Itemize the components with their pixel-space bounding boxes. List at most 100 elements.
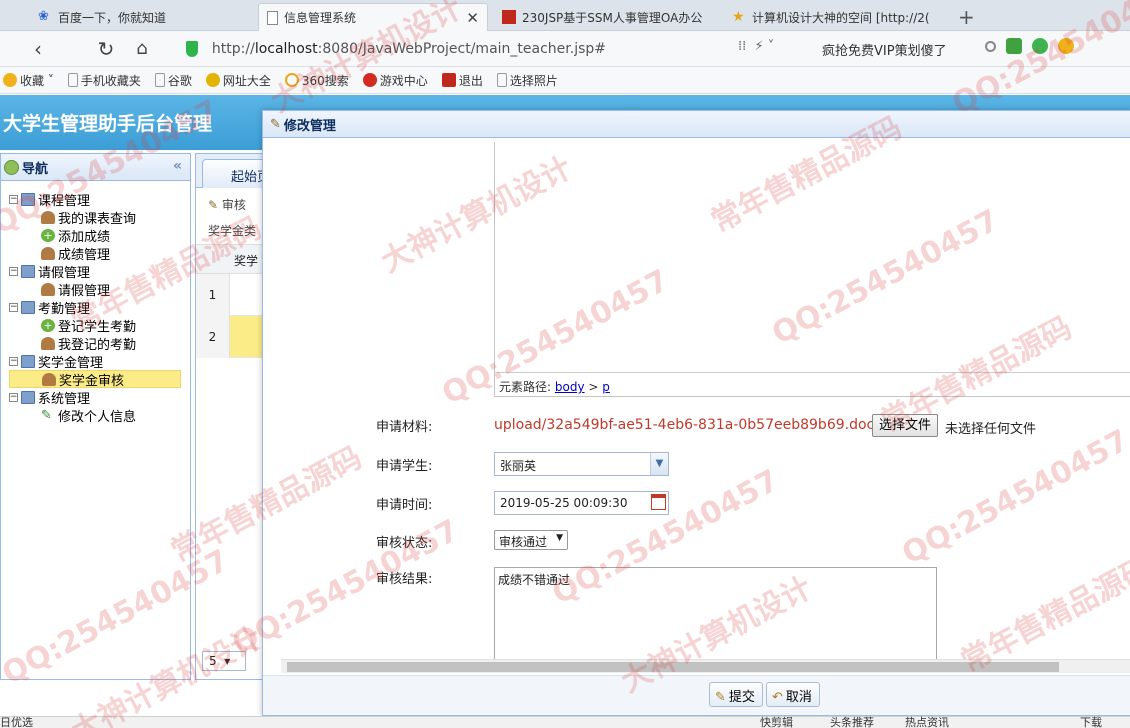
page-size-select[interactable]: 5 ▾ bbox=[202, 651, 246, 671]
add-icon: + bbox=[41, 228, 55, 242]
row-number: 2 bbox=[196, 316, 230, 358]
status-label: 审核状态: bbox=[376, 536, 433, 551]
chevron-down-icon[interactable]: ▼ bbox=[650, 453, 668, 475]
time-label: 申请时间: bbox=[376, 498, 433, 513]
translate-icon[interactable] bbox=[1032, 38, 1048, 54]
browser-tab-blog[interactable]: ★ 计算机设计大神的空间 [http://2( bbox=[724, 3, 946, 31]
bookmark-games[interactable]: 游戏中心 bbox=[362, 72, 428, 89]
material-label: 申请材料: bbox=[376, 420, 433, 435]
promo-link[interactable]: 疯抢免费VIP策划傻了 bbox=[822, 40, 947, 59]
tab-label: 计算机设计大神的空间 [http://2( bbox=[752, 10, 930, 25]
no-file-chosen-text: 未选择任何文件 bbox=[945, 422, 1037, 437]
secure-shield-icon bbox=[186, 41, 198, 57]
audit-result-textarea[interactable]: 成绩不错通过 bbox=[494, 567, 937, 659]
tree-item-label: 请假管理 bbox=[38, 265, 91, 281]
page-icon bbox=[267, 10, 278, 25]
table-row[interactable]: 1 bbox=[196, 274, 264, 316]
monitor-icon bbox=[21, 264, 35, 278]
scissors-icon[interactable] bbox=[1006, 38, 1022, 54]
bookmarks-bar: 收藏 ˅ 手机收藏夹 谷歌 网址大全 360搜索 游戏中心 退出 选择照片 bbox=[0, 67, 1130, 94]
status-item-clip[interactable]: 快剪辑 bbox=[760, 717, 793, 728]
star-icon: ★ bbox=[732, 9, 745, 25]
tree-item-label: 奖学金管理 bbox=[38, 355, 104, 371]
audit-status-select[interactable]: 审核通过 ▼ bbox=[494, 530, 569, 550]
bookmark-photo[interactable]: 选择照片 bbox=[496, 72, 558, 89]
sidebar-item-7[interactable]: + 登记学生考勤 bbox=[1, 316, 190, 335]
collapse-toggle-icon[interactable]: − bbox=[9, 194, 18, 204]
360-icon bbox=[284, 73, 299, 87]
url-field[interactable]: http://localhost:8080/JavaWebProject/mai… bbox=[186, 38, 606, 60]
home-icon[interactable]: ⌂ bbox=[130, 37, 154, 61]
dialog-footer: ✎ 提交 ↶ 取消 bbox=[263, 675, 1130, 715]
toolbar-icons bbox=[985, 38, 1074, 54]
table-row-selected[interactable]: 2 bbox=[196, 316, 264, 358]
nav-globe-icon bbox=[4, 159, 19, 175]
bookmark-mobile[interactable]: 手机收藏夹 bbox=[67, 72, 141, 89]
status-item-hot[interactable]: 热点资讯 bbox=[905, 717, 949, 728]
collapse-icon[interactable]: « bbox=[173, 158, 182, 174]
tree-item-label: 我的课表查询 bbox=[58, 211, 137, 227]
collapse-toggle-icon[interactable]: − bbox=[9, 302, 18, 312]
bookmark-google[interactable]: 谷歌 bbox=[154, 72, 192, 89]
browser-tab-baidu[interactable]: ❀ 百度一下，你就知道 bbox=[30, 3, 250, 31]
game-icon bbox=[362, 73, 377, 87]
tree-folder-0[interactable]: − 课程管理 bbox=[1, 190, 190, 209]
sidebar-item-5[interactable]: 请假管理 bbox=[1, 280, 190, 299]
tree-item-label: 系统管理 bbox=[38, 391, 91, 407]
collapse-toggle-icon[interactable]: − bbox=[9, 266, 18, 276]
horizontal-scrollbar[interactable] bbox=[281, 659, 1130, 673]
reload-icon[interactable]: ↻ bbox=[94, 37, 118, 61]
bookmark-exit[interactable]: 退出 bbox=[441, 72, 483, 89]
tree-item-label: 请假管理 bbox=[58, 283, 111, 299]
bookmark-hao[interactable]: 网址大全 bbox=[205, 72, 271, 89]
new-tab-icon[interactable]: + bbox=[958, 5, 975, 29]
sidebar-item-2[interactable]: + 添加成绩 bbox=[1, 226, 190, 245]
back-icon[interactable]: ‹ bbox=[26, 37, 50, 61]
status-item-download[interactable]: 下载 bbox=[1080, 717, 1102, 728]
audit-button[interactable]: 审核 bbox=[222, 198, 246, 212]
status-item-news[interactable]: 头条推荐 bbox=[830, 717, 874, 728]
address-tools-icons[interactable]: ⁞⁞ ⚡ ˅ bbox=[738, 39, 774, 54]
scrollbar-thumb[interactable] bbox=[287, 662, 1059, 672]
sidebar-item-3[interactable]: 成绩管理 bbox=[1, 244, 190, 263]
tab-start-page[interactable]: 起始页 bbox=[202, 159, 264, 188]
sidebar-item-12[interactable]: ✎ 修改个人信息 bbox=[1, 406, 190, 425]
undo-icon: ↶ bbox=[772, 690, 783, 705]
coin-icon[interactable] bbox=[1058, 38, 1074, 54]
sidebar-item-1[interactable]: 我的课表查询 bbox=[1, 208, 190, 227]
browser-status-bar: 日优选 快剪辑 头条推荐 热点资讯 下载 bbox=[0, 716, 1130, 728]
page-icon bbox=[154, 73, 165, 87]
close-icon[interactable]: ✕ bbox=[466, 9, 479, 27]
dialog-body: 元素路径: body > p 申请材料: upload/32a549bf-ae5… bbox=[263, 139, 1130, 659]
bookmark-360[interactable]: 360搜索 bbox=[284, 72, 349, 89]
bookmark-favorites[interactable]: 收藏 ˅ bbox=[3, 72, 54, 89]
browser-tab-oa[interactable]: 230JSP基于SSM人事管理OA办公 bbox=[494, 3, 716, 31]
rich-text-editor[interactable]: 元素路径: body > p bbox=[494, 142, 1130, 397]
edit-icon: ✎ bbox=[208, 198, 219, 212]
scholarship-type-label: 奖学金类 bbox=[208, 224, 257, 238]
monitor-icon bbox=[21, 354, 35, 368]
tree-item-label: 奖学金审核 bbox=[59, 373, 125, 389]
cancel-button[interactable]: ↶ 取消 bbox=[766, 682, 820, 707]
apply-time-field[interactable]: 2019-05-25 00:09:30 bbox=[494, 491, 669, 515]
tree-folder-4[interactable]: − 请假管理 bbox=[1, 262, 190, 281]
caret-down-icon: ▼ bbox=[556, 533, 564, 543]
browser-tab-info-system[interactable]: 信息管理系统 ✕ bbox=[258, 3, 488, 31]
tree-folder-11[interactable]: − 系统管理 bbox=[1, 388, 190, 407]
sidebar-item-8[interactable]: 我登记的考勤 bbox=[1, 334, 190, 353]
search-icon[interactable] bbox=[985, 40, 996, 52]
sidebar-item-10[interactable]: 奖学金审核 bbox=[9, 370, 181, 389]
tree-folder-9[interactable]: − 奖学金管理 bbox=[1, 352, 190, 371]
choose-file-button[interactable]: 选择文件 bbox=[872, 414, 939, 437]
collapse-toggle-icon[interactable]: − bbox=[9, 356, 18, 366]
nav-tree: − 课程管理 我的课表查询 + 添加成绩 成绩管理 − 请假管理 请假管理 − 考勤管理 + 登记学生考… bbox=[1, 181, 190, 425]
element-path-p-link[interactable]: p bbox=[602, 380, 610, 394]
element-path: 元素路径: body > p bbox=[495, 372, 1130, 396]
student-combobox[interactable]: 张丽英 ▼ bbox=[494, 452, 669, 476]
collapse-toggle-icon[interactable]: − bbox=[9, 392, 18, 402]
submit-button[interactable]: ✎ 提交 bbox=[709, 682, 763, 707]
tree-item-label: 考勤管理 bbox=[38, 301, 91, 317]
element-path-body-link[interactable]: body bbox=[555, 380, 585, 394]
tree-folder-6[interactable]: − 考勤管理 bbox=[1, 298, 190, 317]
calendar-icon[interactable] bbox=[651, 494, 666, 510]
